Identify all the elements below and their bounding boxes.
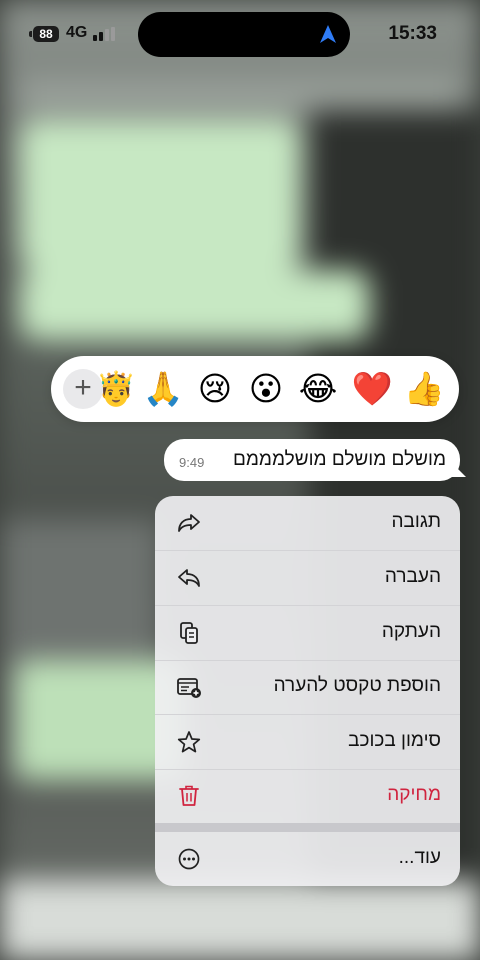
status-bar: 88 4G 15:33 — [0, 0, 480, 70]
menu-item-add-note[interactable]: הוספת טקסט להערה — [155, 660, 460, 715]
reaction-crown-prince[interactable]: 🤴 — [95, 368, 137, 410]
screen: 88 4G 15:33 + 🤴 🙏 😢 😮 😂 ❤️ 👍 9:49 מושלם … — [0, 0, 480, 960]
menu-item-delete[interactable]: מחיקה — [155, 769, 460, 824]
star-icon — [177, 731, 201, 753]
menu-item-reply[interactable]: תגובה — [155, 496, 460, 551]
add-note-icon — [177, 678, 201, 698]
reaction-surprised[interactable]: 😮 — [245, 368, 287, 410]
message-text: מושלם מושלם מושלמממם — [232, 449, 446, 470]
menu-item-copy[interactable]: העתקה — [155, 606, 460, 661]
dynamic-island — [138, 12, 350, 57]
location-arrow-icon — [320, 25, 336, 43]
menu-item-more[interactable]: עוד... — [155, 832, 460, 886]
battery-indicator: 88 — [29, 26, 59, 42]
reaction-heart[interactable]: ❤️ — [351, 368, 393, 410]
message-context-menu: תגובה העברה העתקה הוספת טקסט להערה סימון… — [155, 496, 460, 886]
reaction-crying[interactable]: 😢 — [194, 368, 236, 410]
menu-item-star[interactable]: סימון בכוכב — [155, 715, 460, 770]
reaction-pray[interactable]: 🙏 — [142, 368, 184, 410]
reaction-laughing[interactable]: 😂 — [297, 368, 339, 410]
copy-icon — [180, 622, 198, 644]
message-bubble[interactable]: 9:49 מושלם מושלם מושלמממם — [164, 439, 460, 481]
status-time: 15:33 — [388, 23, 437, 44]
forward-icon — [178, 569, 200, 587]
message-time: 9:49 — [179, 455, 205, 470]
trash-icon — [179, 785, 199, 806]
signal-icon — [93, 27, 117, 41]
more-icon — [178, 848, 200, 870]
reaction-bar: + 🤴 🙏 😢 😮 😂 ❤️ 👍 — [51, 356, 459, 422]
menu-item-forward[interactable]: העברה — [155, 551, 460, 606]
menu-separator — [155, 823, 460, 832]
network-type: 4G — [66, 24, 88, 41]
reply-icon — [178, 514, 200, 532]
reaction-thumbs-up[interactable]: 👍 — [403, 368, 445, 410]
